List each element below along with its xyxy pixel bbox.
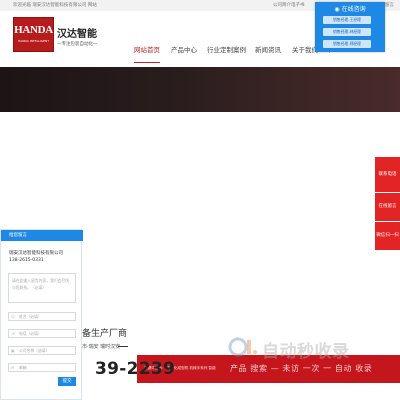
online-service-panel: ◉ 在线咨询 销售经理-王经理 销售经理-林经理 销售经理-郑经理 [315,2,385,52]
user-icon: ☺ [11,314,16,319]
nav-active-indicator [134,62,160,63]
message-form-header: 给您留言 [1,230,83,241]
phone-icon: ☏ [11,331,17,336]
ebook-link[interactable]: 公司简介电子书 [273,0,305,11]
nav-cases[interactable]: 行业定制案例 [207,44,246,54]
contact-wechat-tab[interactable]: 微信扫一扫 [375,222,400,250]
email-field[interactable]: ✉ 邮箱 [8,363,76,372]
building-icon: ▣ [11,348,15,353]
nav-home[interactable]: 网站首页 [134,44,160,54]
chat-icon: ◉ [334,6,342,13]
logo-text: HANDA [14,24,53,36]
nav-news[interactable]: 新闻资讯 [255,44,281,54]
tel-field[interactable]: ☏ 电话（必填） [8,329,76,338]
message-form-title: 给您留言 [9,233,27,238]
hero-banner [0,67,400,112]
mail-icon: ✉ [11,365,15,370]
welcome-text: 欢迎光临 瑞安汉达智能科技有限公司 网站 [13,3,97,8]
company-address: 市·瑞安 瑞时汉安 [82,344,121,350]
message-form: 给您留言 瑞安汉达智能科技有限公司 138-2615-0331 请在此输入留言内… [0,229,83,400]
brand-tagline: 一专注包装自动化一 [57,42,98,47]
name-field[interactable]: ☺ 姓名（必填） [8,312,76,321]
form-phone-number: 138-2615-0331 [9,258,44,263]
divider [118,346,128,347]
online-service-title: ◉ 在线咨询 [334,6,366,13]
watermark-logo-icon [228,337,257,357]
company-field[interactable]: ▣ 公司名称（选填） [8,346,76,355]
watermark-text: 自动秒收录 [262,342,350,362]
marquee-text: 产品 搜索 — 未访 一次 一 自动 收录 [230,364,373,373]
handa-logo[interactable]: HANDA HANDA INTELLIGENT [13,17,54,52]
message-textarea[interactable]: 请在此输入留言内容，我们会尽快与您联系。（必填） [8,273,76,303]
submit-button[interactable]: 提交 [58,377,76,386]
sales-rep-1[interactable]: 销售经理-王经理 [323,16,371,24]
logo-subtext: HANDA INTELLIGENT [17,39,50,43]
hotline-number: 39-2239 [95,359,176,379]
sales-rep-3[interactable]: 销售经理-郑经理 [323,40,371,48]
form-company-name: 瑞安汉达智能科技有限公司 [9,251,63,256]
factory-title: 备生产厂商 [82,329,128,339]
contact-phone-tab[interactable]: 联系电话 [375,157,400,192]
contact-message-tab[interactable]: 在线留言 [375,193,400,221]
nav-products[interactable]: 产品中心 [171,44,197,54]
brand-name: 汉达智能 [57,29,97,40]
sales-rep-2[interactable]: 销售经理-林经理 [323,28,371,36]
